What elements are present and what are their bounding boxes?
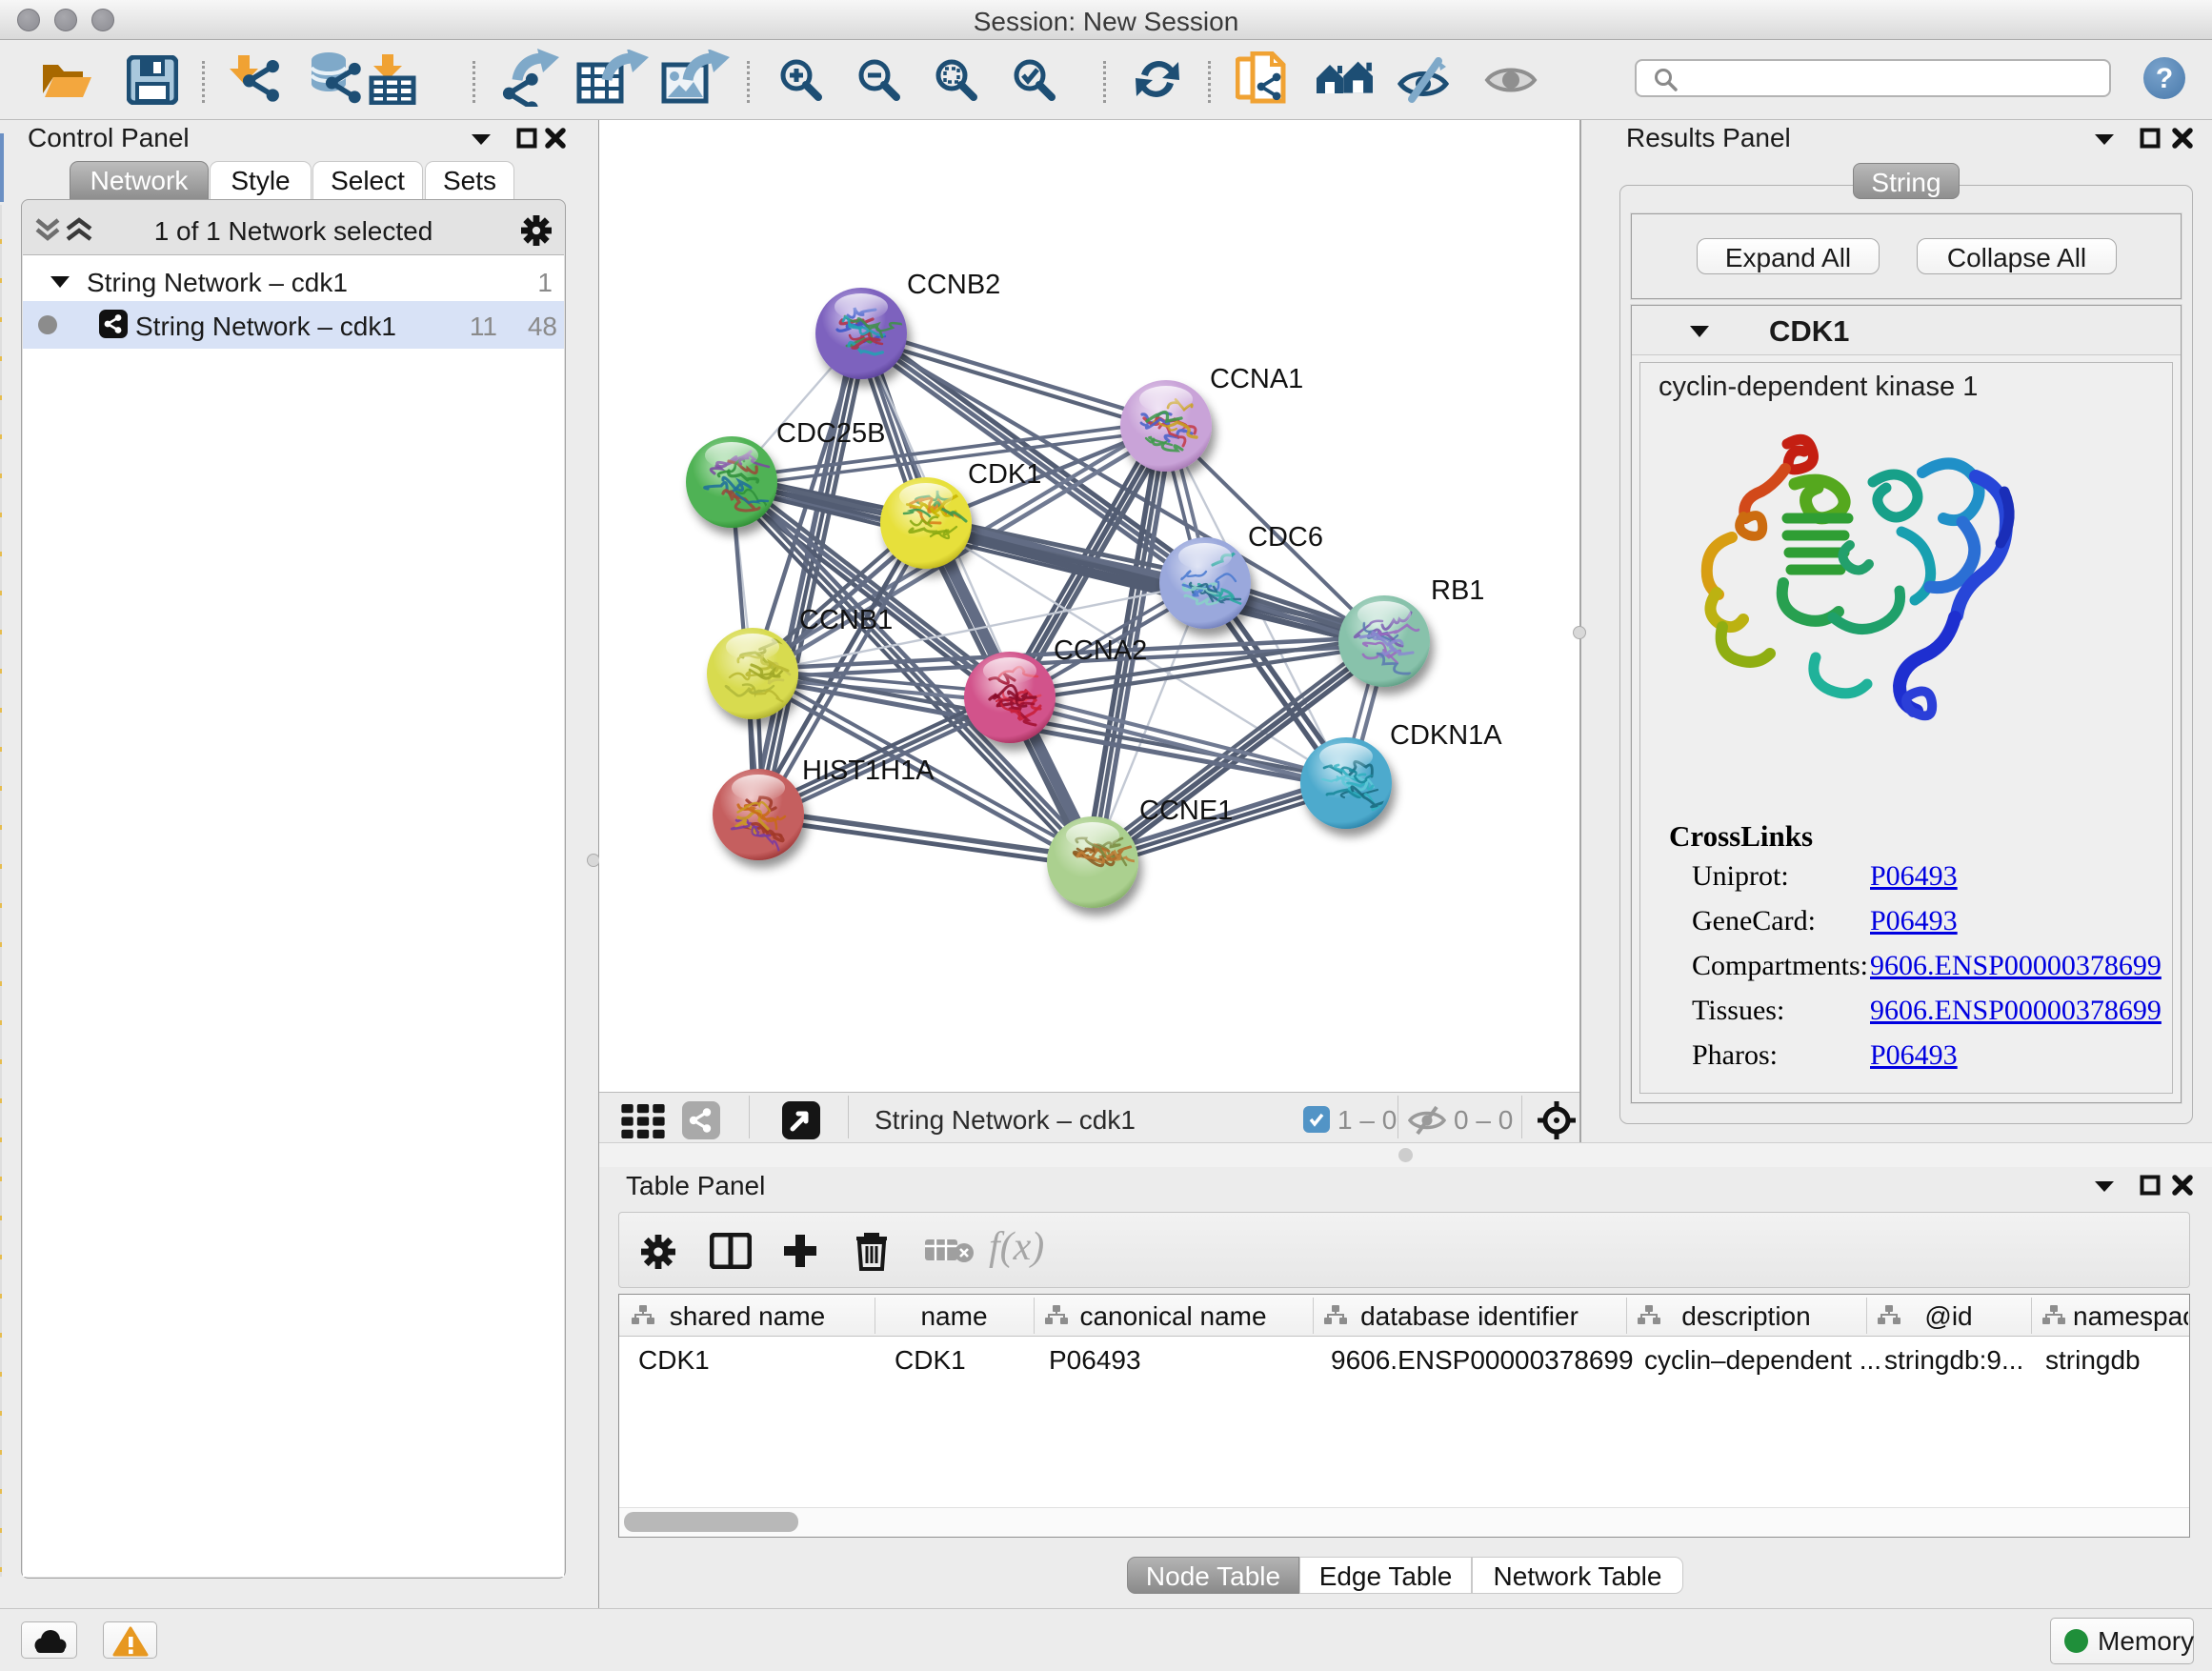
svg-text:RB1: RB1: [1431, 575, 1484, 606]
svg-text:CDK1: CDK1: [968, 459, 1041, 490]
svg-text:CCNB2: CCNB2: [907, 270, 1000, 300]
svg-text:CCNE1: CCNE1: [1139, 795, 1233, 826]
svg-text:CDKN1A: CDKN1A: [1390, 720, 1502, 751]
svg-text:CCNA2: CCNA2: [1054, 635, 1147, 666]
svg-text:HIST1H1A: HIST1H1A: [802, 755, 935, 786]
svg-text:CDC6: CDC6: [1248, 522, 1323, 553]
svg-text:CDC25B: CDC25B: [776, 418, 885, 449]
svg-text:CCNB1: CCNB1: [799, 605, 893, 635]
svg-text:CCNA1: CCNA1: [1210, 364, 1303, 394]
